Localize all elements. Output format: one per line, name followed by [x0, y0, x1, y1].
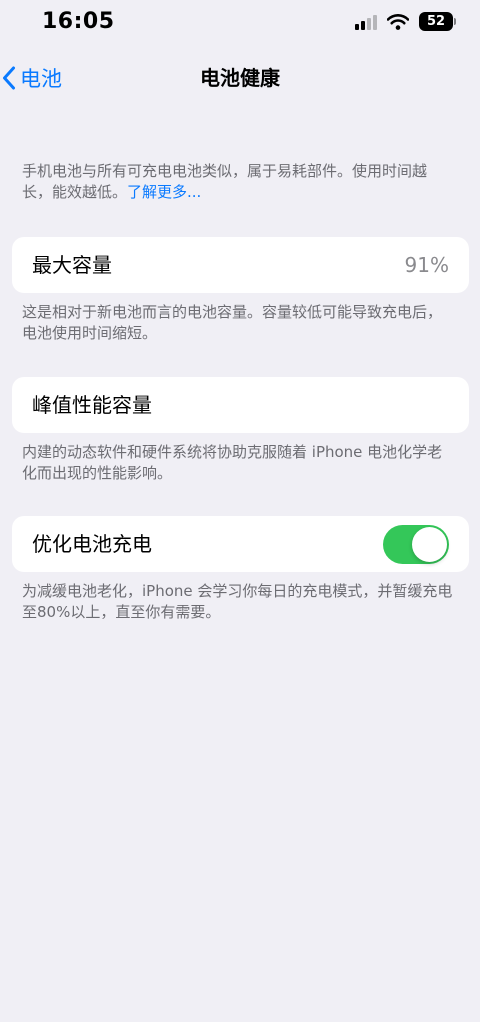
- status-bar: 16:05 52: [0, 0, 480, 50]
- peak-performance-label: 峰值性能容量: [32, 393, 152, 417]
- wifi-icon: [387, 13, 409, 30]
- peak-performance-cell: 峰值性能容量: [12, 377, 469, 433]
- battery-icon: 52: [419, 12, 456, 31]
- optimized-charging-toggle[interactable]: [383, 525, 449, 564]
- intro-description: 手机电池与所有可充电电池类似，属于易耗部件。使用时间越长，能效越低。: [22, 162, 428, 201]
- max-capacity-footnote: 这是相对于新电池而言的电池容量。容量较低可能导致充电后，电池使用时间缩短。: [22, 303, 443, 342]
- learn-more-link[interactable]: 了解更多...: [127, 183, 201, 201]
- max-capacity-label: 最大容量: [32, 253, 112, 277]
- navigation-bar: 电池 电池健康: [0, 58, 480, 102]
- page-title: 电池健康: [200, 66, 280, 90]
- status-time: 16:05: [42, 9, 115, 34]
- optimized-charging-cell: 优化电池充电: [12, 516, 469, 572]
- peak-performance-footnote: 内建的动态软件和硬件系统将协助克服随着 iPhone 电池化学老化而出现的性能影…: [22, 443, 443, 482]
- signal-icon: [355, 14, 377, 30]
- optimized-charging-footnote: 为减缓电池老化，iPhone 会学习你每日的充电模式，并暂缓充电至80%以上，直…: [22, 582, 453, 621]
- toggle-knob: [412, 527, 447, 562]
- optimized-charging-label: 优化电池充电: [32, 532, 152, 556]
- intro-text: 手机电池与所有可充电电池类似，属于易耗部件。使用时间越长，能效越低。了解更多..…: [22, 161, 454, 203]
- max-capacity-cell: 最大容量 91%: [12, 237, 469, 293]
- status-icons: 52: [355, 12, 456, 31]
- battery-level: 52: [419, 12, 453, 31]
- max-capacity-value: 91%: [404, 253, 449, 277]
